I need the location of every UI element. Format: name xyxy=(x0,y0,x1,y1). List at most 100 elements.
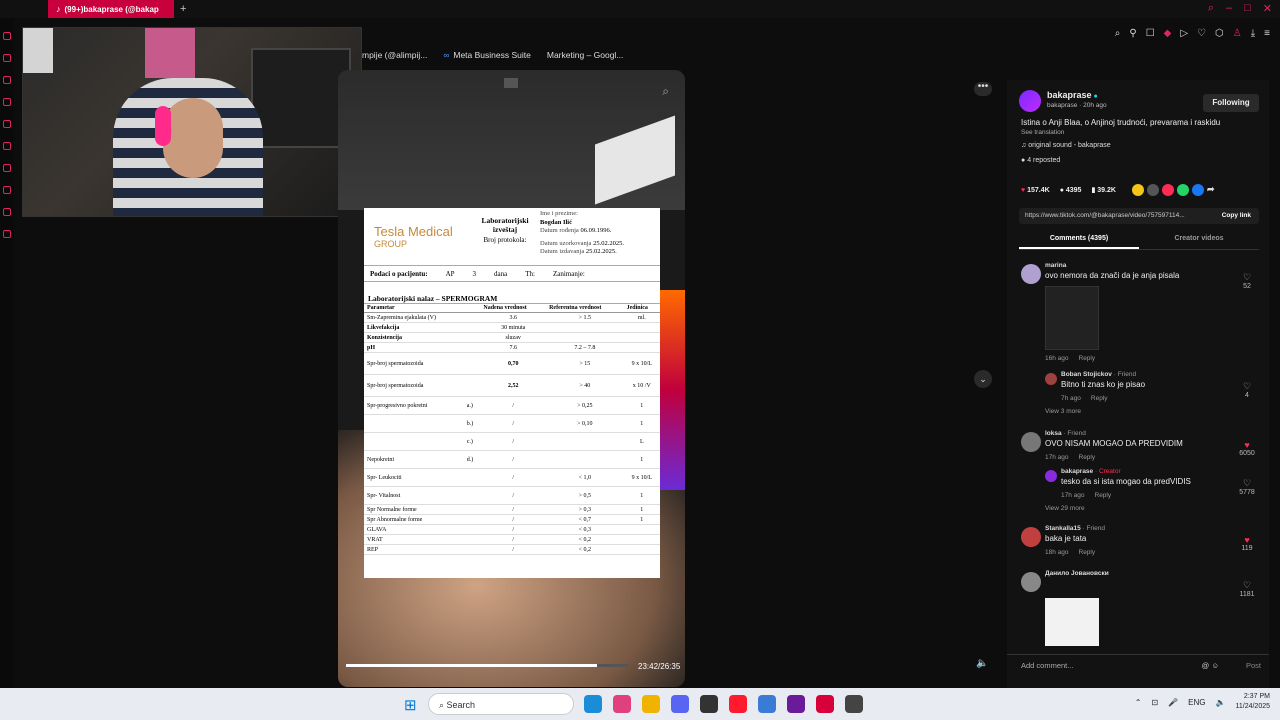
chevron-up-icon[interactable]: ⌃ xyxy=(1135,698,1142,707)
opera-icon[interactable] xyxy=(729,695,747,713)
search-icon[interactable]: ⌕ xyxy=(1208,2,1214,15)
bookmark-item[interactable]: mpije (@alimpij... xyxy=(362,50,427,60)
comment-like[interactable]: ♥ 6050 xyxy=(1237,440,1257,457)
embed-icon[interactable] xyxy=(1146,184,1159,196)
sidebar-icon[interactable] xyxy=(3,142,11,150)
save-button[interactable]: ▮ 39.2K xyxy=(1091,186,1115,194)
app-icon[interactable] xyxy=(758,695,776,713)
active-browser-tab[interactable]: ♪ (99+)bakaprase (@bakap xyxy=(48,0,174,18)
mention-icon[interactable]: @ xyxy=(1202,661,1210,670)
app-icon[interactable] xyxy=(613,695,631,713)
video-player[interactable]: ⌕ Tesla Medical GROUP Laboratorijski izve… xyxy=(338,70,685,687)
sidebar-icon[interactable] xyxy=(3,120,11,128)
reply-button[interactable]: Reply xyxy=(1091,395,1108,402)
comment-like[interactable]: ♥ 119 xyxy=(1237,535,1257,552)
minimize-icon[interactable]: – xyxy=(1226,2,1232,15)
tab-creator-videos[interactable]: Creator videos xyxy=(1139,230,1259,249)
comment-button[interactable]: ● 4395 xyxy=(1060,187,1082,194)
bookmark-icon[interactable]: ☐ xyxy=(1146,28,1155,39)
sidebar-icon[interactable] xyxy=(3,54,11,62)
sidebar-icon[interactable] xyxy=(3,76,11,84)
avatar[interactable] xyxy=(1021,572,1041,592)
url-field[interactable]: https://www.tiktok.com/@bakaprase/video/… xyxy=(1019,208,1259,224)
bookmark-item[interactable]: Marketing – Googl... xyxy=(547,50,624,60)
bookmark-item[interactable]: ∞ Meta Business Suite xyxy=(443,50,531,60)
mic-icon[interactable]: 🎤 xyxy=(1168,698,1178,707)
app-icon[interactable] xyxy=(787,695,805,713)
app-icon[interactable] xyxy=(845,695,863,713)
sidebar-icon[interactable] xyxy=(3,208,11,216)
avatar[interactable] xyxy=(1021,432,1041,452)
maximize-icon[interactable]: □ xyxy=(1244,2,1251,15)
comment-author[interactable]: Данило Јовановски xyxy=(1045,570,1109,577)
avatar[interactable] xyxy=(1045,373,1057,385)
forward-icon[interactable]: ➦ xyxy=(1206,184,1219,196)
shield-icon[interactable]: ◆ xyxy=(1164,28,1172,39)
sidebar-icon[interactable] xyxy=(3,230,11,238)
profile-icon[interactable]: ♙ xyxy=(1233,28,1242,39)
reposted-info[interactable]: ● 4 reposted xyxy=(1021,157,1060,164)
language-indicator[interactable]: ENG xyxy=(1188,698,1205,707)
pin-icon[interactable]: ⚲ xyxy=(1129,28,1136,39)
send-icon[interactable] xyxy=(1161,184,1174,196)
file-explorer-icon[interactable] xyxy=(642,695,660,713)
avatar[interactable] xyxy=(1021,264,1041,284)
close-icon[interactable]: ✕ xyxy=(1263,2,1272,15)
comment-author[interactable]: bakaprase · Creator xyxy=(1061,468,1121,475)
share-icon[interactable] xyxy=(1131,184,1144,196)
tab-comments[interactable]: Comments (4395) xyxy=(1019,230,1139,249)
play-icon[interactable]: ▷ xyxy=(1180,28,1188,39)
like-button[interactable]: ♥ 157.4K xyxy=(1021,187,1050,194)
facebook-icon[interactable] xyxy=(1191,184,1204,196)
post-button[interactable]: Post xyxy=(1246,655,1261,677)
comment-like[interactable]: ♡ 5778 xyxy=(1237,478,1257,496)
comment-author[interactable]: Stankalla15 · Friend xyxy=(1045,525,1105,532)
extensions-icon[interactable]: ⬡ xyxy=(1215,28,1224,39)
comment-image[interactable] xyxy=(1045,598,1099,646)
reply-button[interactable]: Reply xyxy=(1079,454,1096,461)
sidebar-icon[interactable] xyxy=(3,164,11,172)
heart-icon[interactable]: ♡ xyxy=(1197,28,1206,39)
avatar[interactable] xyxy=(1019,90,1041,112)
comment-like[interactable]: ♡ 1181 xyxy=(1237,580,1257,598)
tiktok-icon[interactable] xyxy=(816,695,834,713)
avatar[interactable] xyxy=(1021,527,1041,547)
new-tab-button[interactable]: + xyxy=(180,3,186,15)
view-more-replies[interactable]: View 29 more xyxy=(1045,505,1085,512)
clock[interactable]: 2:37 PM 11/24/2025 xyxy=(1235,692,1270,712)
see-translation-link[interactable]: See translation xyxy=(1021,129,1064,136)
zoom-icon[interactable]: ⌕ xyxy=(1115,28,1121,39)
edge-icon[interactable] xyxy=(584,695,602,713)
sidebar-icon[interactable] xyxy=(3,98,11,106)
comment-author[interactable]: marina xyxy=(1045,262,1066,269)
obs-icon[interactable] xyxy=(700,695,718,713)
menu-icon[interactable]: ≡ xyxy=(1264,28,1270,39)
download-icon[interactable]: ⤓ xyxy=(1251,28,1255,39)
taskbar-search[interactable]: ⌕ Search xyxy=(428,693,574,715)
emoji-icon[interactable]: ☺ xyxy=(1211,661,1219,670)
comment-like[interactable]: ♡ 4 xyxy=(1237,381,1257,399)
whatsapp-icon[interactable] xyxy=(1176,184,1189,196)
avatar[interactable] xyxy=(1045,470,1057,482)
search-icon[interactable]: ⌕ xyxy=(662,84,669,99)
reply-button[interactable]: Reply xyxy=(1079,355,1096,362)
comment-like[interactable]: ♡ 52 xyxy=(1237,272,1257,290)
comment-author[interactable]: Boban Stojickov · Friend xyxy=(1061,371,1136,378)
volume-icon[interactable]: 🔈 xyxy=(976,658,988,669)
following-button[interactable]: Following xyxy=(1203,94,1259,112)
reply-button[interactable]: Reply xyxy=(1095,492,1112,499)
view-more-replies[interactable]: View 3 more xyxy=(1045,408,1081,415)
copy-link-button[interactable]: Copy link xyxy=(1222,208,1251,224)
comment-author[interactable]: loksa · Friend xyxy=(1045,430,1086,437)
sidebar-icon[interactable] xyxy=(3,186,11,194)
network-icon[interactable]: ⊡ xyxy=(1152,698,1159,707)
volume-icon[interactable]: 🔈 xyxy=(1216,698,1226,707)
video-progress-bar[interactable] xyxy=(346,664,628,667)
add-comment-input[interactable]: Add comment... @ ☺ Post xyxy=(1007,654,1269,676)
sound-link[interactable]: ♫ original sound - bakaprase xyxy=(1021,142,1111,149)
reply-button[interactable]: Reply xyxy=(1079,549,1096,556)
windows-start-icon[interactable]: ⊞ xyxy=(404,696,417,714)
comment-image[interactable] xyxy=(1045,286,1099,350)
more-options-button[interactable]: ••• xyxy=(974,82,992,96)
discord-icon[interactable] xyxy=(671,695,689,713)
